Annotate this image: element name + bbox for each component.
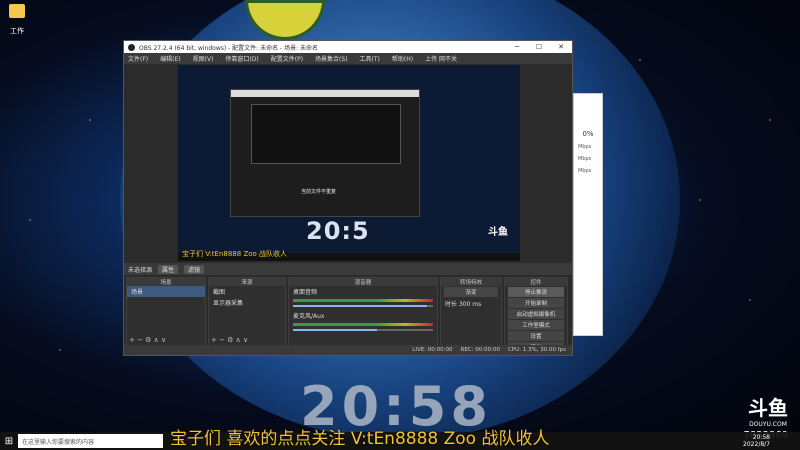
source-toolbar: 未选择源 属性 滤镜	[124, 263, 572, 275]
scene-item[interactable]: 场景	[127, 286, 205, 297]
logo-glyph: 斗鱼	[748, 396, 788, 420]
menu-docks[interactable]: 停靠窗口(D)	[225, 54, 258, 63]
nested-preview-window: 当前文件不重复	[230, 89, 420, 217]
obs-title: OBS 27.2.4 (64 bit, windows) - 配置文件: 未命名…	[139, 44, 319, 52]
settings-button[interactable]: 设置	[508, 331, 564, 341]
obs-docks: 场景 场景 + − ⚙ ∧ ∨ 来源 截图 显示器采集 + − ⚙ ∧ ∨ 混音…	[124, 277, 572, 352]
menu-extra[interactable]: 上传 网不关	[425, 54, 457, 63]
studio-mode-button[interactable]: 工作室模式	[508, 320, 564, 330]
nested-titlebar	[231, 90, 419, 97]
obs-app-icon	[128, 43, 135, 51]
transition-select[interactable]: 渐变	[444, 287, 498, 297]
menu-help[interactable]: 帮助(H)	[392, 54, 413, 63]
no-source-label: 未选择源	[128, 266, 153, 274]
duration-row: 时长 300 ms	[441, 298, 501, 309]
nested-video	[251, 104, 401, 164]
folder-icon	[9, 4, 25, 18]
start-recording-button[interactable]: 开始录制	[508, 298, 564, 308]
sources-dock: 来源 截图 显示器采集 + − ⚙ ∧ ∨	[208, 277, 286, 347]
menu-tools[interactable]: 工具(T)	[360, 54, 380, 63]
sources-header: 来源	[209, 278, 285, 286]
preview-logo: 斗鱼	[488, 227, 508, 238]
side-rate: Mbps	[578, 156, 592, 162]
obs-window[interactable]: OBS 27.2.4 (64 bit, windows) - 配置文件: 未命名…	[123, 40, 573, 356]
mixer-track-name: 桌面音频	[293, 289, 318, 296]
transitions-header: 转场特效	[441, 278, 501, 286]
live-status: LIVE: 00:00:00	[412, 347, 453, 353]
cpu-status: CPU: 1.3%, 30.00 fps	[507, 347, 566, 353]
minimize-icon[interactable]: ─	[506, 43, 528, 51]
volume-meter	[293, 299, 433, 302]
volume-meter	[293, 323, 433, 326]
filters-button[interactable]: 滤镜	[184, 264, 205, 274]
duration-label: 时长	[445, 301, 458, 308]
source-add-remove-icons[interactable]: + − ⚙ ∧ ∨	[211, 336, 248, 344]
menu-profile[interactable]: 配置文件(P)	[271, 54, 303, 63]
mixer-header: 混音器	[289, 278, 437, 286]
side-percent: 0%	[582, 130, 594, 138]
clock-date: 2022/8/7	[743, 441, 770, 448]
maximize-icon[interactable]: ☐	[528, 43, 550, 51]
menu-file[interactable]: 文件(F)	[128, 54, 148, 63]
properties-button[interactable]: 属性	[158, 264, 179, 274]
volume-slider[interactable]	[293, 329, 433, 331]
rec-status: REC: 00:00:00	[460, 347, 500, 353]
obs-menubar: 文件(F) 编辑(E) 视图(V) 停靠窗口(D) 配置文件(P) 场景集合(S…	[124, 53, 572, 64]
clock-time: 20:58	[752, 434, 770, 441]
obs-statusbar: LIVE: 00:00:00 REC: 00:00:00 CPU: 1.3%, …	[124, 345, 572, 355]
menu-scene-collection[interactable]: 场景集合(S)	[315, 54, 348, 63]
obs-titlebar[interactable]: OBS 27.2.4 (64 bit, windows) - 配置文件: 未命名…	[124, 41, 572, 53]
douyu-logo: 斗鱼 DOUYU.COM	[748, 392, 788, 428]
controls-dock: 控件 停止推流 开始录制 启动虚拟摄像机 工作室模式 设置 退出	[504, 277, 568, 352]
system-clock[interactable]: 20:58 2022/8/7	[743, 434, 770, 448]
mixer-track-name: 麦克风/Aux	[293, 313, 325, 320]
taskbar-search-input[interactable]: 在这里输入你要搜索的内容	[18, 434, 163, 448]
scenes-header: 场景	[127, 278, 205, 286]
source-item[interactable]: 显示器采集	[209, 297, 285, 308]
audio-mixer-dock: 混音器 桌面音频 麦克风/Aux	[288, 277, 438, 347]
preview-ticker: 宝子们 V:tEn8888 Zoo 战队收人	[182, 250, 288, 258]
nested-toast: 当前文件不重复	[301, 189, 337, 195]
volume-slider-fill	[293, 329, 377, 331]
stop-streaming-button[interactable]: 停止推流	[508, 287, 564, 297]
close-icon[interactable]: ✕	[550, 43, 572, 51]
volume-slider[interactable]	[293, 305, 433, 307]
source-item[interactable]: 截图	[209, 286, 285, 297]
controls-header: 控件	[505, 278, 567, 286]
duration-input[interactable]: 300 ms	[459, 301, 481, 308]
side-browser-window[interactable]: 0% Mbps Mbps Mbps	[573, 93, 603, 336]
scenes-dock: 场景 场景 + − ⚙ ∧ ∨	[126, 277, 206, 347]
menu-edit[interactable]: 编辑(E)	[160, 54, 180, 63]
volume-slider-fill	[293, 305, 428, 307]
transitions-dock: 转场特效 渐变 时长 300 ms	[440, 277, 502, 347]
preview-clock: 20:5	[306, 217, 370, 245]
side-rate: Mbps	[578, 168, 592, 174]
virtual-camera-button[interactable]: 启动虚拟摄像机	[508, 309, 564, 319]
logo-sub: DOUYU.COM	[749, 421, 787, 428]
windows-start-icon[interactable]: ⊞	[0, 436, 18, 447]
overlay-ticker: 宝子们 喜欢的点点关注 V:tEn8888 Zoo 战队收人	[170, 429, 550, 449]
desktop-icon-label: 工作	[10, 27, 24, 35]
obs-preview[interactable]: 当前文件不重复 20:5 斗鱼 宝子们 V:tEn8888 Zoo 战队收人	[178, 65, 520, 261]
scene-add-remove-icons[interactable]: + − ⚙ ∧ ∨	[129, 336, 166, 344]
side-rate: Mbps	[578, 144, 592, 150]
menu-view[interactable]: 视图(V)	[193, 54, 214, 63]
desktop-folder-icon[interactable]: 工作	[6, 4, 28, 37]
